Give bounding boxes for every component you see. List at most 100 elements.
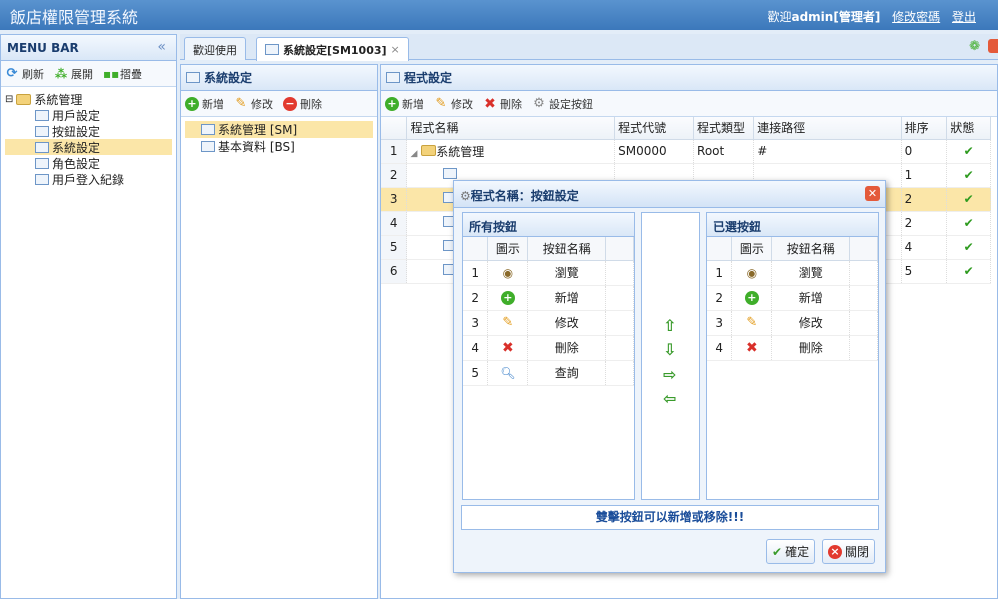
menu-panel: MENU BAR « ⟳ 刷新 ⁂ 展開 ▪▪ 摺疊 ⊟ 系統管理 用戶設定 按鈕設定 … [0,34,177,599]
tree-node-system-settings[interactable]: 系統設定 [5,139,172,155]
system-add-button[interactable]: + 新增 [185,96,224,112]
collapse-button[interactable]: ▪▪ 摺疊 [103,66,142,82]
checkmark-icon: ✔ [772,544,783,559]
selected-buttons-title: 已選按鈕 [707,213,878,237]
system-panel-header: 系統設定 [181,65,377,91]
system-edit-button[interactable]: ✎ 修改 [234,96,273,112]
tab-close-icon[interactable]: × [391,43,400,56]
table-row[interactable]: 2 + 新增 [707,285,878,311]
page-icon [186,72,200,83]
logout-link[interactable]: 登出 [952,10,976,24]
move-up-icon[interactable]: ⇧ [663,316,676,335]
collapse-menu-icon[interactable]: « [157,39,166,55]
page-icon [443,168,458,179]
program-delete-button[interactable]: ✖ 刪除 [483,96,522,112]
pencil-icon: ✎ [235,95,247,111]
refresh-tab-icon[interactable]: ❁ [969,39,980,54]
column-header[interactable]: 程式名稱 [406,117,616,140]
table-row[interactable]: 3 ✎ 修改 [463,310,634,336]
column-header[interactable]: 狀態 [946,117,991,140]
list-item[interactable]: 系統管理 [SM] [185,121,373,138]
column-header[interactable]: 連接路徑 [753,117,902,140]
close-circle-icon: × [828,544,842,559]
table-row[interactable]: 1 ◉ 瀏覽 [463,260,634,286]
table-row[interactable]: 3 ✎ 修改 [707,310,878,336]
welcome-prefix: 歡迎 [767,10,792,24]
page-icon [35,125,49,137]
page-icon [386,72,400,83]
system-delete-button[interactable]: − 刪除 [283,96,322,112]
check-icon: ✔ [963,216,974,230]
add-icon: + [500,291,515,305]
table-row[interactable]: 4 ✖ 刪除 [707,335,878,361]
column-header[interactable]: 排序 [901,117,948,140]
user-area: 歡迎admin[管理者] 修改密碼 登出 [767,8,976,25]
program-toolbar: + 新增 ✎ 修改 ✖ 刪除 ⚙ 設定按鈕 [381,91,997,117]
eye-icon: ◉ [746,265,758,280]
pencil-icon: ✎ [746,315,758,330]
menu-tree: ⊟ 系統管理 用戶設定 按鈕設定 系統設定 角色設定 用戶登入紀錄 [1,87,176,191]
table-row[interactable]: 4 ✖ 刪除 [463,335,634,361]
column-header[interactable]: 程式類型 [693,117,755,140]
close-button[interactable]: × 關閉 [822,539,876,564]
header-bar: 飯店權限管理系統 歡迎admin[管理者] 修改密碼 登出 [0,0,998,30]
menu-toolbar: ⟳ 刷新 ⁂ 展開 ▪▪ 摺疊 [1,61,176,87]
tree-node-button-settings[interactable]: 按鈕設定 [5,123,172,139]
check-icon: ✔ [963,144,974,158]
table-row[interactable]: 1 ◉ 瀏覽 [707,260,878,286]
all-buttons-table: 圖示 按鈕名稱 1 ◉ 瀏覽 2 + 新增 3 ✎ 修改 4 ✖ 刪除 5 🔍︎ 查詢 [463,237,634,386]
check-icon: ✔ [963,168,974,182]
list-item[interactable]: 基本資料 [BS] [185,138,373,155]
set-buttons-button[interactable]: ⚙ 設定按鈕 [532,96,593,112]
folder-icon [421,144,437,156]
add-icon: + [744,291,759,305]
table-row[interactable]: 5 🔍︎ 查詢 [463,360,634,386]
page-icon [35,173,49,185]
program-panel-header: 程式設定 [381,65,997,91]
button-settings-dialog: ⚙程式名稱：按鈕設定 ✕ 所有按鈕 圖示 按鈕名稱 1 ◉ 瀏覽 2 + 新增 3 ✎ 修改 … [453,180,886,573]
program-add-button[interactable]: + 新增 [385,96,424,112]
search-icon: 🔍︎ [500,365,516,380]
system-settings-panel: 系統設定 + 新增 ✎ 修改 − 刪除 系統管理 [SM] 基本資料 [BS] [180,64,378,599]
page-icon [201,124,215,135]
table-row[interactable]: 1 ◢ 系統管理 SM0000 Root # 0 ✔ [381,139,991,164]
dialog-close-icon[interactable]: ✕ [865,186,880,201]
confirm-button[interactable]: ✔ 確定 [766,539,816,564]
check-icon: ✔ [963,240,974,254]
refresh-button[interactable]: ⟳ 刷新 [5,66,44,82]
tree-node-role-settings[interactable]: 角色設定 [5,155,172,171]
tab-system-settings[interactable]: 系統設定[SM1003] × [256,37,409,61]
tree-node-login-records[interactable]: 用戶登入紀錄 [5,171,172,187]
row-number-header [381,117,408,140]
menu-header: MENU BAR « [1,35,176,61]
system-list: 系統管理 [SM] 基本資料 [BS] [181,117,377,159]
page-icon [35,109,49,121]
move-right-icon[interactable]: ⇨ [663,365,676,384]
change-password-link[interactable]: 修改密碼 [892,10,940,24]
tree-toggle-icon[interactable]: ⊟ [5,94,13,105]
system-toolbar: + 新增 ✎ 修改 − 刪除 [181,91,377,117]
gear-icon: ⚙ [533,95,545,111]
add-icon: + [185,96,199,111]
close-all-tabs-icon[interactable] [988,39,998,53]
grid-header: 程式名稱 程式代號 程式類型 連接路徑 排序 狀態 [381,117,991,140]
move-down-icon[interactable]: ⇩ [663,340,676,359]
table-row[interactable]: 2 + 新增 [463,285,634,311]
tree-expand-icon[interactable]: ◢ [410,149,417,159]
add-icon: + [385,96,399,111]
move-left-icon[interactable]: ⇦ [663,389,676,408]
tab-welcome[interactable]: 歡迎使用 [184,37,246,60]
expand-button[interactable]: ⁂ 展開 [54,66,93,82]
column-header[interactable]: 程式代號 [614,117,695,140]
app-title: 飯店權限管理系統 [10,8,139,27]
folder-icon [16,93,32,105]
tree-node-user-settings[interactable]: 用戶設定 [5,107,172,123]
menu-title: MENU BAR [7,41,79,55]
user-name: admin[管理者] [791,10,881,24]
refresh-icon: ⟳ [6,65,18,81]
program-edit-button[interactable]: ✎ 修改 [434,96,473,112]
dialog-header: ⚙程式名稱：按鈕設定 ✕ [454,181,885,208]
selected-buttons-table: 圖示 按鈕名稱 1 ◉ 瀏覽 2 + 新增 3 ✎ 修改 4 ✖ 刪除 [707,237,878,361]
check-icon: ✔ [963,192,974,206]
tree-node-root[interactable]: ⊟ 系統管理 [5,91,172,107]
